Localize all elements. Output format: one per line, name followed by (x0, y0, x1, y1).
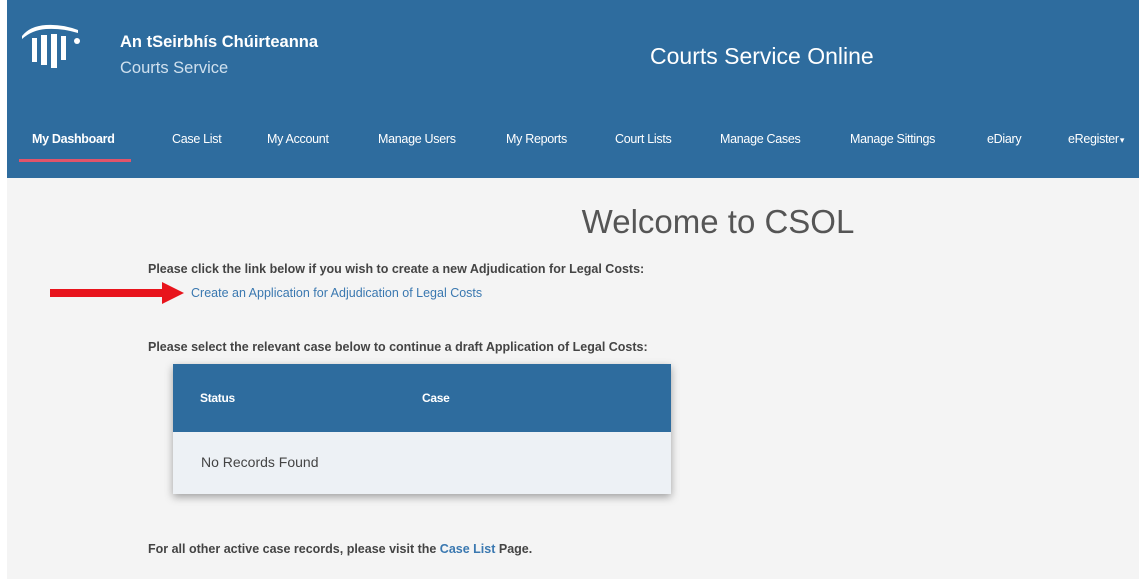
create-application-link[interactable]: Create an Application for Adjudication o… (191, 286, 482, 300)
courts-service-logo-icon[interactable] (20, 22, 82, 68)
nav-item-label: Case List (172, 132, 222, 146)
main-nav: My Dashboard Case List My Account Manage… (7, 118, 1139, 166)
nav-item-my-account[interactable]: My Account (267, 118, 329, 166)
nav-item-label: Manage Sittings (850, 132, 936, 146)
nav-item-my-dashboard[interactable]: My Dashboard (19, 118, 131, 166)
active-tab-underline (19, 159, 131, 162)
nav-item-label: My Account (267, 132, 329, 146)
nav-item-label: eDiary (987, 132, 1022, 146)
table-header-row: Status Case (173, 364, 671, 432)
footer-note: For all other active case records, pleas… (148, 542, 532, 556)
page-title: Welcome to CSOL (581, 203, 855, 240)
column-header-status[interactable]: Status (200, 391, 235, 405)
draft-instruction-text: Please select the relevant case below to… (148, 340, 648, 354)
brand-english-name: Courts Service (120, 59, 229, 77)
nav-item-case-list[interactable]: Case List (172, 118, 222, 166)
footer-prefix: For all other active case records, pleas… (148, 542, 440, 556)
nav-item-manage-users[interactable]: Manage Users (378, 118, 456, 166)
nav-item-court-lists[interactable]: Court Lists (615, 118, 672, 166)
nav-item-ediary[interactable]: eDiary (987, 118, 1022, 166)
empty-table-message: No Records Found (201, 454, 319, 470)
create-instruction-text: Please click the link below if you wish … (148, 262, 645, 276)
nav-item-label: Court Lists (615, 132, 672, 146)
nav-item-eregister[interactable]: eRegister▾ (1068, 118, 1124, 166)
nav-item-my-reports[interactable]: My Reports (506, 118, 567, 166)
nav-item-label: My Dashboard (32, 132, 115, 146)
case-list-link[interactable]: Case List (440, 542, 496, 556)
draft-applications-table: Status Case No Records Found (173, 364, 671, 494)
page-frame: An tSeirbhís Chúirteanna Courts Service … (7, 0, 1139, 579)
nav-item-label: Manage Cases (720, 132, 801, 146)
column-header-case[interactable]: Case (422, 391, 450, 405)
header-bar: An tSeirbhís Chúirteanna Courts Service … (7, 0, 1139, 178)
red-arrow-icon (50, 282, 184, 304)
nav-item-label: Manage Users (378, 132, 456, 146)
nav-item-label: eRegister (1068, 132, 1119, 146)
footer-suffix: Page. (495, 542, 533, 556)
chevron-down-icon: ▾ (1119, 135, 1125, 145)
nav-item-manage-sittings[interactable]: Manage Sittings (850, 118, 935, 166)
nav-item-manage-cases[interactable]: Manage Cases (720, 118, 801, 166)
site-title: Courts Service Online (650, 43, 874, 69)
nav-item-label: My Reports (506, 132, 567, 146)
brand-irish-name: An tSeirbhís Chúirteanna (120, 33, 319, 51)
